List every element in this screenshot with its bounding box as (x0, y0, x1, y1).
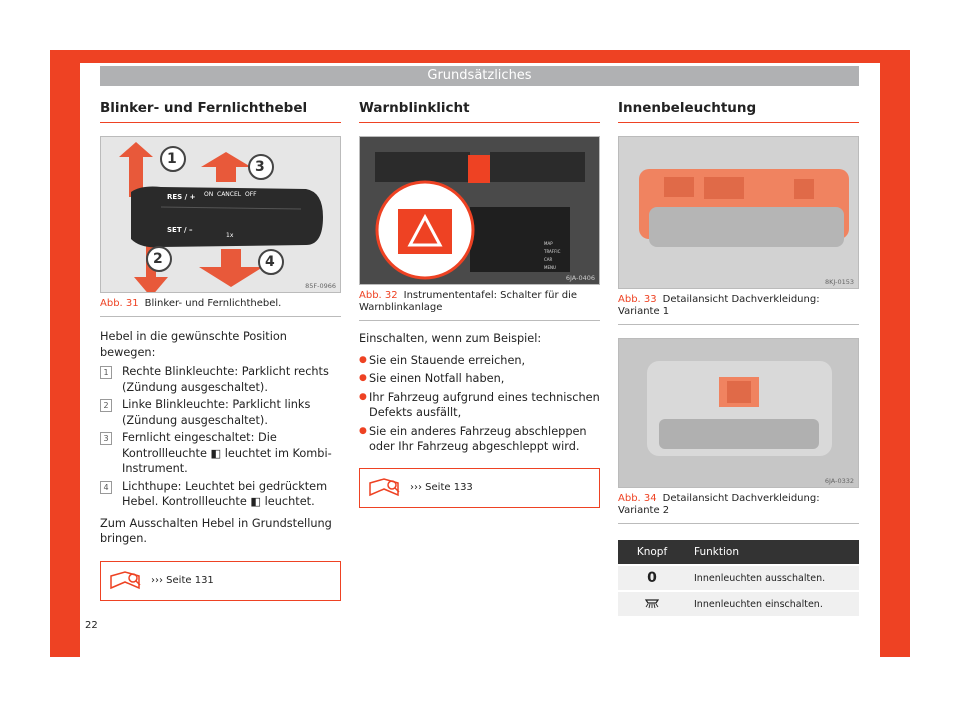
list-item: 3 Fernlicht eingeschaltet: Die Kontrollle… (100, 430, 341, 477)
air-vent-right (490, 152, 585, 182)
knopf-cell (618, 590, 686, 616)
bullet-item: Sie ein anderes Fahrzeug abschleppen ode… (359, 424, 600, 455)
book-reference-icon (369, 477, 400, 496)
infotainment-screen (470, 207, 570, 272)
light-lens (659, 419, 819, 449)
callout-4: 4 (265, 254, 275, 270)
list-item: 1 Rechte Blinkleuchte: Parklicht rechts (… (100, 364, 341, 395)
body-text: Hebel in die gewünschte Position bewegen… (100, 329, 341, 547)
figure-code: 8KJ-0153 (825, 278, 854, 286)
button-menu: MENU (544, 265, 556, 270)
light-switch (704, 177, 744, 199)
bullet-item: Sie ein Stauende erreichen, (359, 353, 600, 369)
figure-caption: Abb. 32 Instrumententafel: Schalter für d… (359, 285, 600, 321)
column-header: Knopf (618, 540, 686, 565)
lever-illustration (111, 142, 326, 292)
column-blinker: Blinker- und Fernlichthebel 1 3 2 4 RES … (100, 96, 341, 601)
figure-caption: Abb. 31 Blinker- und Fernlichthebel. (100, 293, 341, 317)
item-text: Linke Blinkleuchte: Parklicht links (Zün… (122, 398, 311, 427)
callout-2: 2 (153, 251, 163, 267)
figure-caption: Abb. 34 Detailansicht Dachverkleidung: Va… (618, 488, 859, 524)
item-text: Lichthupe: Leuchtet bei gedrücktem Hebel… (122, 479, 328, 509)
callout-1: 1 (167, 151, 177, 167)
figure-label: Abb. 34 (618, 493, 657, 504)
figure-label: Abb. 33 (618, 294, 657, 305)
hazard-button-small (468, 155, 490, 183)
figure-roof-variant-1: 8KJ-0153 (618, 136, 859, 289)
air-vent-left (375, 152, 470, 182)
lever-label-off: OFF (245, 191, 257, 198)
figure-lever: 1 3 2 4 RES / + SET / – ON CANCEL OFF 1x… (100, 136, 341, 293)
item-number: 1 (100, 366, 112, 379)
funktion-cell: Innenleuchten ausschalten. (686, 564, 859, 591)
figure-label: Abb. 31 (100, 298, 139, 309)
caption-text: Blinker- und Fernlichthebel. (144, 298, 282, 309)
figure-label: Abb. 32 (359, 290, 398, 301)
table-row: Innenleuchten einschalten. (618, 590, 859, 616)
body-text: Einschalten, wenn zum Beispiel: Sie ein … (359, 331, 600, 455)
book-reference-icon (110, 570, 141, 589)
button-function-table: Knopf Funktion 0 Innenleuchten ausschalt… (618, 540, 859, 616)
figure-roof-variant-2: 6JA-0332 (618, 338, 859, 488)
outro-text: Zum Ausschalten Hebel in Grundstellung b… (100, 516, 332, 546)
roof-light-illustration-2 (619, 339, 858, 487)
bullet-item: Sie einen Notfall haben, (359, 371, 600, 387)
reference-box: ››› Seite 131 (100, 560, 341, 601)
bullet-item: Ihr Fahrzeug aufgrund eines technischen … (359, 390, 600, 421)
heading-blinker: Blinker- und Fernlichthebel (100, 96, 341, 123)
item-number: 4 (100, 480, 112, 494)
figure-code: 6JA-0406 (565, 274, 595, 282)
item-number: 3 (100, 432, 112, 445)
figure-code: 6JA-0332 (824, 477, 854, 485)
lever-label-on: ON (204, 191, 214, 198)
knopf-cell: 0 (618, 564, 686, 591)
light-lens (649, 207, 844, 247)
item-text: Rechte Blinkleuchte: Parklicht rechts (Z… (122, 365, 329, 394)
figure-dashboard: MAP TRAFFIC CAR MENU 6JA-0406 (359, 136, 600, 285)
column-innenbeleuchtung: Innenbeleuchtung 8KJ-0153 Abb. 33 Detaila… (618, 96, 859, 616)
item-number: 2 (100, 399, 112, 412)
funktion-cell: Innenleuchten einschalten. (686, 590, 859, 616)
lever-label-res: RES / + (167, 193, 196, 201)
lamp-icon (644, 598, 660, 608)
intro-text: Einschalten, wenn zum Beispiel: (359, 332, 542, 345)
page-reference-link[interactable]: ››› Seite 131 (151, 575, 214, 586)
figure-code: 85F-0966 (305, 282, 336, 290)
button-car: CAR (544, 257, 553, 262)
table-header-row: Knopf Funktion (618, 540, 859, 565)
table-row: 0 Innenleuchten ausschalten. (618, 564, 859, 591)
lever-label-1x: 1x (226, 232, 234, 239)
dashboard-illustration (360, 137, 599, 284)
roof-light-illustration-1 (619, 137, 858, 288)
column-header: Funktion (686, 540, 859, 565)
button-traffic: TRAFFIC (544, 249, 561, 254)
figure-caption: Abb. 33 Detailansicht Dachverkleidung: Va… (618, 289, 859, 325)
lever-label-cancel: CANCEL (217, 191, 242, 198)
heading-warnblink: Warnblinklicht (359, 96, 600, 123)
list-item: 4 Lichthupe: Leuchtet bei gedrücktem Hebe… (100, 479, 341, 510)
lever-label-set: SET / – (167, 226, 193, 234)
heading-innenbeleuchtung: Innenbeleuchtung (618, 96, 859, 123)
column-warnblink: Warnblinklicht MAP TRAFFIC CAR MENU 6JA-… (359, 96, 600, 508)
section-header: Grundsätzliches (100, 66, 859, 86)
intro-text: Hebel in die gewünschte Position bewegen… (100, 330, 287, 359)
list-item: 2 Linke Blinkleuchte: Parklicht links (Zü… (100, 397, 341, 428)
callout-3: 3 (255, 159, 265, 175)
page-number: 22 (85, 620, 98, 631)
item-text: Fernlicht eingeschaltet: Die Kontrollleu… (122, 431, 332, 475)
reference-box: ››› Seite 133 (359, 467, 600, 508)
button-map: MAP (544, 241, 553, 246)
page-reference-link[interactable]: ››› Seite 133 (410, 482, 473, 493)
